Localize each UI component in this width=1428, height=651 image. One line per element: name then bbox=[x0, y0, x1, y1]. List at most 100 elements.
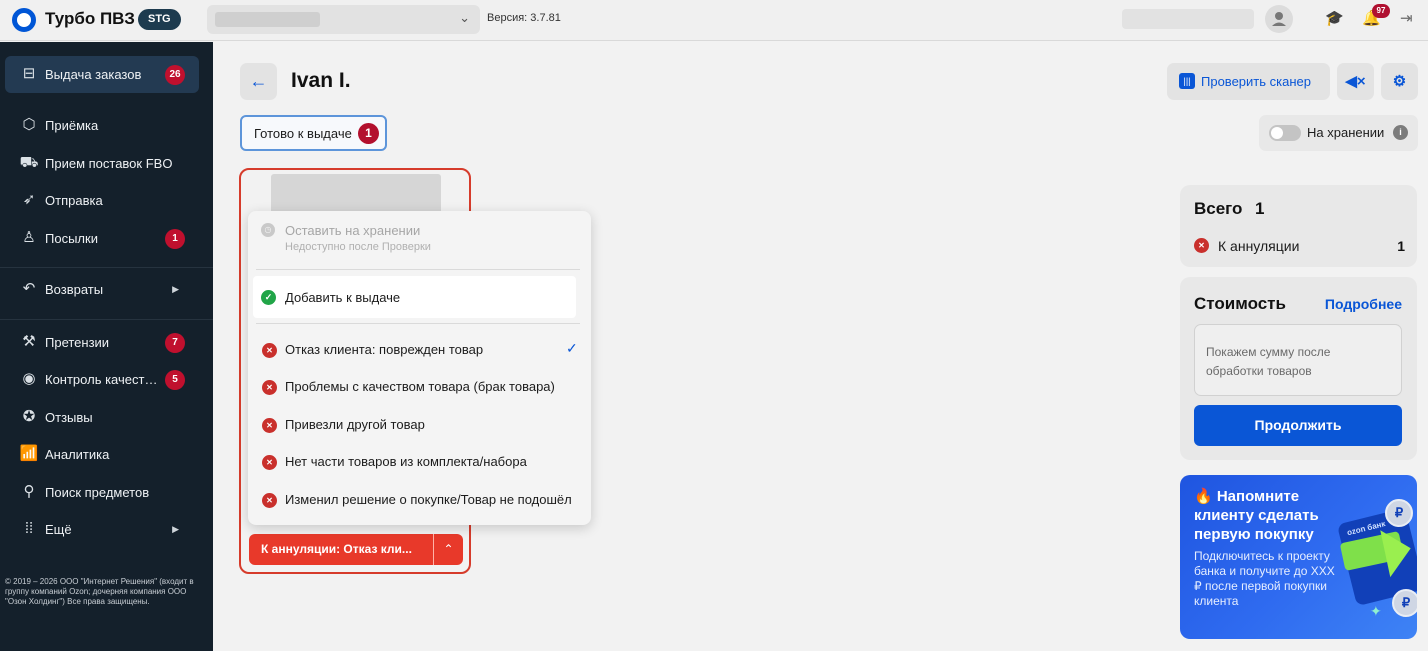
cancel-circle-icon: ✕ bbox=[262, 493, 277, 508]
menu-item-reason-incomplete-set[interactable]: ✕ Нет части товаров из комплекта/набора bbox=[253, 444, 586, 478]
sidebar-item-shipping[interactable]: ➶ Отправка bbox=[5, 182, 199, 219]
storage-toggle[interactable]: На хранении i bbox=[1259, 115, 1418, 151]
page-title: Ivan I. bbox=[291, 69, 351, 92]
storage-clock-icon: ◷ bbox=[261, 223, 275, 237]
tab-label: Готово к выдаче bbox=[254, 126, 352, 141]
cancel-circle-icon: ✕ bbox=[262, 418, 277, 433]
cost-hint-text: Покажем сумму после обработки товаров bbox=[1206, 345, 1331, 378]
app-title: Турбо ПВЗ bbox=[45, 9, 135, 28]
sidebar-item-analytics[interactable]: 📶 Аналитика bbox=[5, 436, 199, 473]
menu-item-label: Привезли другой товар bbox=[285, 417, 425, 432]
back-button[interactable]: ← bbox=[240, 63, 277, 100]
version-label: Версия: 3.7.81 bbox=[487, 12, 561, 24]
toggle-switch[interactable] bbox=[1269, 125, 1301, 141]
env-badge: STG bbox=[138, 9, 181, 30]
barcode-icon: ||| bbox=[1179, 73, 1195, 89]
eye-icon: ◉ bbox=[22, 370, 36, 387]
arrow-left-icon: ← bbox=[249, 71, 268, 91]
menu-item-label: Отказ клиента: поврежден товар bbox=[285, 342, 484, 357]
promo-banner[interactable]: 🔥 Напомните клиенту сделать первую покуп… bbox=[1180, 475, 1417, 639]
item-action-label[interactable]: К аннуляции: Отказ кли... bbox=[261, 542, 412, 556]
sidebar-item-more[interactable]: ⁞⁞ Ещё ▶ bbox=[5, 511, 199, 548]
pvz-select[interactable]: ⌄ bbox=[207, 5, 480, 34]
sidebar-item-label: Претензии bbox=[45, 335, 110, 350]
menu-item-disabled-reason: Недоступно после Проверки bbox=[285, 241, 431, 253]
action-dropdown-menu: ◷ Оставить на хранении Недоступно после … bbox=[248, 211, 591, 525]
graduation-cap-icon[interactable]: 🎓 bbox=[1325, 10, 1344, 28]
sidebar-item-claims[interactable]: ⚒ Претензии 7 bbox=[5, 324, 199, 361]
selected-check-icon: ✓ bbox=[566, 340, 578, 356]
sidebar-item-label: Прием поставок FBO bbox=[45, 156, 173, 171]
sidebar-item-returns[interactable]: ↶ Возвраты ▶ bbox=[5, 271, 199, 308]
cost-amount-box: Покажем сумму после обработки товаров bbox=[1194, 324, 1402, 396]
cancel-circle-icon: ✕ bbox=[262, 380, 277, 395]
menu-item-reason-quality[interactable]: ✕ Проблемы с качеством товара (брак това… bbox=[253, 369, 586, 403]
copyright-text: © 2019 – 2026 ООО "Интернет Решения" (вх… bbox=[5, 577, 194, 606]
ruble-coin-icon: ₽ bbox=[1385, 499, 1413, 527]
sound-toggle-button[interactable]: ◀× bbox=[1337, 63, 1374, 100]
coin-symbol: ₽ bbox=[1394, 505, 1404, 520]
sidebar-item-acceptance[interactable]: ⬡ Приёмка bbox=[5, 107, 199, 144]
sidebar-item-quality-control[interactable]: ◉ Контроль качест… 5 bbox=[5, 361, 199, 398]
chevron-down-icon: ⌄ bbox=[459, 10, 470, 25]
gavel-icon: ⚒ bbox=[22, 333, 36, 350]
settings-button[interactable]: ⚙ bbox=[1381, 63, 1418, 100]
sidebar-item-label: Отправка bbox=[45, 193, 103, 208]
menu-divider bbox=[256, 323, 580, 324]
cost-card: Стоимость Подробнее Покажем сумму после … bbox=[1180, 277, 1417, 460]
menu-item-keep-in-storage: Оставить на хранении bbox=[285, 223, 421, 238]
item-action-split-button[interactable]: К аннуляции: Отказ кли... ⌃ bbox=[249, 534, 463, 565]
menu-item-reason-wrong-item[interactable]: ✕ Привезли другой товар bbox=[253, 407, 586, 441]
sidebar-item-reviews[interactable]: ✪ Отзывы bbox=[5, 399, 199, 436]
menu-item-reason-damaged[interactable]: ✕ Отказ клиента: поврежден товар ✓ bbox=[253, 332, 586, 366]
cancel-circle-icon: ✕ bbox=[1194, 238, 1209, 253]
sidebar-item-label: Отзывы bbox=[45, 410, 93, 425]
return-icon: ↶ bbox=[22, 280, 36, 297]
menu-item-label: Нет части товаров из комплекта/набора bbox=[285, 454, 527, 469]
pvz-name-redacted bbox=[215, 12, 320, 27]
menu-divider bbox=[256, 269, 580, 270]
send-icon: ➶ bbox=[22, 191, 36, 208]
sidebar-badge: 5 bbox=[165, 370, 185, 390]
gear-icon: ⚙ bbox=[1392, 73, 1407, 90]
sidebar: ⊟ Выдача заказов 26 ⬡ Приёмка ⛟ Прием по… bbox=[0, 42, 213, 651]
check-scanner-label: Проверить сканер bbox=[1201, 74, 1311, 89]
menu-item-label: Проблемы с качеством товара (брак товара… bbox=[285, 379, 555, 394]
profile-button[interactable] bbox=[1265, 5, 1293, 33]
storage-toggle-label: На хранении bbox=[1307, 125, 1385, 140]
notifications-badge: 97 bbox=[1372, 4, 1390, 18]
cost-details-link[interactable]: Подробнее bbox=[1325, 296, 1402, 312]
tab-count-badge: 1 bbox=[358, 123, 379, 144]
promo-text: Подключитесь к проекту банка и получите … bbox=[1194, 549, 1335, 608]
user-icon bbox=[1272, 12, 1286, 26]
info-icon[interactable]: i bbox=[1393, 125, 1408, 140]
chevron-right-icon: ▶ bbox=[172, 524, 179, 534]
logo-icon bbox=[12, 8, 36, 32]
sidebar-item-label: Поиск предметов bbox=[45, 485, 150, 500]
continue-button[interactable]: Продолжить bbox=[1194, 405, 1402, 446]
check-scanner-button[interactable]: ||| Проверить сканер bbox=[1167, 63, 1330, 100]
sidebar-item-label: Посылки bbox=[45, 231, 98, 246]
ruble-coin-icon: ₽ bbox=[1392, 589, 1417, 617]
person-icon: ♙ bbox=[22, 229, 36, 246]
total-summary-card: Всего 1 ✕ К аннуляции 1 bbox=[1180, 185, 1417, 267]
sidebar-divider bbox=[0, 267, 213, 268]
menu-item-reason-changed-mind[interactable]: ✕ Изменил решение о покупке/Товар не под… bbox=[253, 482, 586, 516]
menu-item-add-to-handover[interactable]: ✓ Добавить к выдаче bbox=[253, 276, 576, 318]
box-icon: ⬡ bbox=[22, 116, 36, 133]
cancel-count: 1 bbox=[1397, 238, 1405, 254]
sidebar-divider bbox=[0, 319, 213, 320]
chevron-up-icon[interactable]: ⌃ bbox=[434, 534, 463, 565]
sidebar-badge: 7 bbox=[165, 333, 185, 353]
tab-ready-for-handover[interactable]: Готово к выдаче 1 bbox=[240, 115, 387, 151]
chevron-right-icon: ▶ bbox=[172, 284, 179, 294]
sidebar-item-item-search[interactable]: ⚲ Поиск предметов bbox=[5, 474, 199, 511]
sidebar-item-label: Контроль качест… bbox=[45, 372, 158, 387]
total-label: Всего bbox=[1194, 199, 1243, 218]
cancel-circle-icon: ✕ bbox=[262, 343, 277, 358]
sparkle-icon: ✦ bbox=[1370, 603, 1382, 619]
sidebar-item-parcels[interactable]: ♙ Посылки 1 bbox=[5, 220, 199, 257]
sidebar-item-orders-handover[interactable]: ⊟ Выдача заказов 26 bbox=[5, 56, 199, 93]
logout-icon[interactable]: ⇥ bbox=[1400, 10, 1413, 28]
sidebar-item-fbo-supplies[interactable]: ⛟ Прием поставок FBO bbox=[5, 145, 199, 182]
